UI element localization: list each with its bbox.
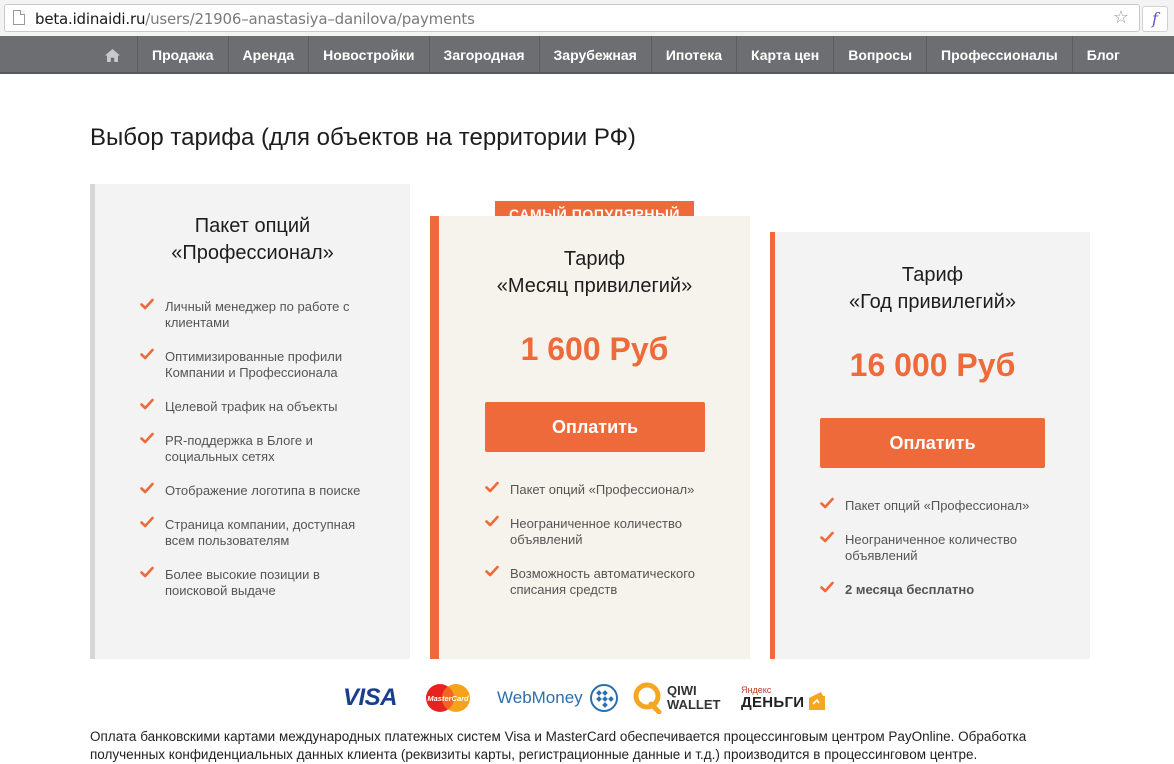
check-icon — [140, 348, 154, 360]
nav-item-questions[interactable]: Вопросы — [834, 36, 928, 74]
plan-title: Тариф «Год привилегий» — [775, 262, 1090, 316]
feature-text: Пакет опций «Профессионал» — [510, 482, 695, 497]
nav-item-rent[interactable]: Аренда — [229, 36, 310, 74]
plan-title-line1: Тариф — [901, 264, 964, 286]
feature-text: Пакет опций «Профессионал» — [845, 498, 1030, 513]
yandex-money-logo: Яндекс ДЕНЬГИ — [741, 680, 827, 716]
webmoney-globe-icon — [589, 684, 618, 712]
payment-logos: VISA MasterCard WebMoney QIWI WALLET Янд… — [343, 680, 826, 716]
qiwi-icon — [633, 682, 662, 714]
feature-item: Личный менеджер по работе с клиентами — [140, 298, 370, 331]
check-icon — [820, 531, 834, 543]
qiwi-text-line1: QIWI — [667, 683, 697, 698]
qiwi-text: QIWI WALLET — [667, 684, 720, 712]
feature-text: Оптимизированные профили Компании и Проф… — [165, 349, 343, 380]
plan-price: 16 000 Руб — [849, 347, 1016, 383]
mastercard-logo: MasterCard — [423, 680, 473, 716]
feature-text: Возможность автоматического списания сре… — [510, 566, 695, 597]
feature-item: Пакет опций «Профессионал» — [485, 481, 715, 498]
plan-card-pro: Пакет опций «Профессионал» Личный менедж… — [90, 184, 410, 659]
qiwi-logo: QIWI WALLET — [633, 680, 720, 716]
feature-item: Неограниченное количество объявлений — [485, 515, 715, 548]
plan-title-line2: «Профессионал» — [171, 242, 334, 264]
check-icon — [140, 516, 154, 528]
bookmark-star-icon[interactable]: ☆ — [1113, 7, 1129, 27]
plan-title-line2: «Месяц привилегий» — [496, 275, 693, 297]
check-icon — [140, 432, 154, 444]
feature-text: PR-поддержка в Блоге и социальных сетях — [165, 433, 313, 464]
check-icon — [485, 481, 499, 493]
wallet-icon — [809, 692, 826, 710]
feature-item: Страница компании, доступная всем пользо… — [140, 516, 370, 549]
feature-item: Оптимизированные профили Компании и Проф… — [140, 348, 370, 381]
nav-item-foreign[interactable]: Зарубежная — [540, 36, 652, 74]
qiwi-text-line2: WALLET — [667, 697, 721, 712]
nav-item-new-buildings[interactable]: Новостройки — [309, 36, 430, 74]
feature-text: Личный менеджер по работе с клиентами — [165, 299, 350, 330]
plan-title: Пакет опций «Профессионал» — [95, 213, 410, 267]
check-icon — [140, 298, 154, 310]
main-nav: Продажа Аренда Новостройки Загородная За… — [0, 36, 1174, 74]
feature-text: Более высокие позиции в поисковой выдаче — [165, 567, 320, 598]
page-title: Выбор тарифа (для объектов на территории… — [90, 124, 636, 151]
browser-toolbar: beta.idinaidi.ru/users/21906–anastasiya–… — [0, 0, 1174, 37]
check-icon — [140, 566, 154, 578]
feature-text: Целевой трафик на объекты — [165, 399, 338, 414]
feature-text: Неограниченное количество объявлений — [510, 516, 682, 547]
pay-button-month[interactable]: Оплатить — [485, 402, 705, 452]
plan-card-year: Тариф «Год привилегий» 16 000 Руб Оплати… — [770, 232, 1090, 659]
check-icon — [485, 515, 499, 527]
visa-logo: VISA — [343, 684, 398, 711]
home-button[interactable] — [88, 36, 138, 74]
feature-item: Целевой трафик на объекты — [140, 398, 370, 415]
nav-item-sale[interactable]: Продажа — [138, 36, 229, 74]
payment-info-text: Оплата банковскими картами международных… — [90, 729, 1027, 762]
feature-item: Пакет опций «Профессионал» — [820, 497, 1050, 514]
plan-price: 1 600 Руб — [520, 331, 669, 367]
feature-text: Страница компании, доступная всем пользо… — [165, 517, 356, 548]
feature-item: Более высокие позиции в поисковой выдаче — [140, 566, 370, 599]
plan-title-line2: «Год привилегий» — [848, 291, 1016, 313]
check-icon — [820, 497, 834, 509]
check-icon — [140, 482, 154, 494]
feature-item: Неограниченное количество объявлений — [820, 531, 1050, 564]
url-domain: beta.idinaidi.ru — [35, 10, 146, 28]
webmoney-text: WebMoney — [497, 688, 583, 707]
feature-list: Пакет опций «Профессионал» Неограниченно… — [820, 497, 1050, 616]
plan-title-line1: Пакет опций — [194, 215, 311, 237]
nav-item-professionals[interactable]: Профессионалы — [927, 36, 1073, 74]
yandex-text-line2: ДЕНЬГИ — [741, 694, 805, 711]
mastercard-icon: MasterCard — [426, 684, 470, 712]
yandex-text: Яндекс ДЕНЬГИ — [741, 685, 804, 711]
pay-button-year[interactable]: Оплатить — [820, 418, 1045, 468]
address-bar[interactable]: beta.idinaidi.ru/users/21906–anastasiya–… — [4, 4, 1140, 32]
check-icon — [140, 398, 154, 410]
page-icon — [13, 10, 25, 25]
feature-text: Отображение логотипа в поиске — [165, 483, 361, 498]
feature-list: Личный менеджер по работе с клиентами Оп… — [140, 298, 370, 617]
plan-card-month: Тариф «Месяц привилегий» 1 600 Руб Оплат… — [430, 216, 750, 659]
feature-list: Пакет опций «Профессионал» Неограниченно… — [485, 481, 715, 616]
nav-item-country[interactable]: Загородная — [430, 36, 540, 74]
plan-title-line1: Тариф — [563, 248, 626, 270]
nav-item-blog[interactable]: Блог — [1073, 36, 1134, 74]
nav-item-price-map[interactable]: Карта цен — [737, 36, 835, 74]
check-icon — [820, 581, 834, 593]
check-icon — [485, 565, 499, 577]
feature-text: 2 месяца бесплатно — [845, 582, 975, 597]
plan-title: Тариф «Месяц привилегий» — [439, 246, 750, 300]
feature-item: PR-поддержка в Блоге и социальных сетях — [140, 432, 370, 465]
mastercard-text: MasterCard — [427, 694, 469, 703]
home-icon — [105, 48, 120, 62]
nav-item-mortgage[interactable]: Ипотека — [652, 36, 737, 74]
url-path: /users/21906–anastasiya–danilova/payment… — [145, 10, 475, 28]
feature-item-bonus: 2 месяца бесплатно — [820, 581, 1050, 598]
feature-item: Отображение логотипа в поиске — [140, 482, 370, 499]
feature-item: Возможность автоматического списания сре… — [485, 565, 715, 598]
url-text[interactable]: beta.idinaidi.ru/users/21906–anastasiya–… — [35, 10, 475, 28]
webmoney-logo: WebMoney — [497, 680, 619, 716]
extension-icon[interactable]: f — [1142, 6, 1168, 32]
feature-text: Неограниченное количество объявлений — [845, 532, 1017, 563]
